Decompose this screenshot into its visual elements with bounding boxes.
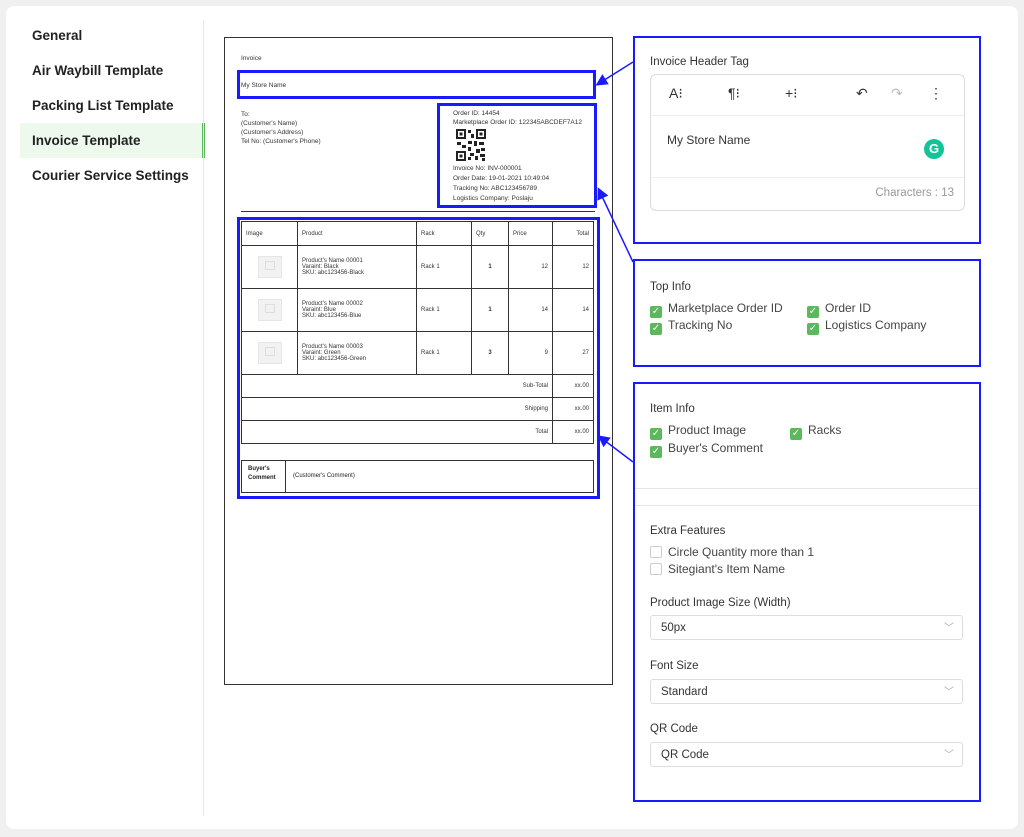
order-id-checkbox[interactable]: ✓ Order ID <box>807 301 871 318</box>
header-tag-editor[interactable]: A⁝ ¶⁝ +⁝ ↶ ↷ ⋮ My Store Name G Character… <box>650 74 965 211</box>
logistics-company-checkbox[interactable]: ✓ Logistics Company <box>807 318 926 335</box>
checkbox-checked-icon: ✓ <box>807 323 819 335</box>
checkbox-label: Circle Quantity more than 1 <box>668 545 815 559</box>
font-size-icon[interactable]: A⁝ <box>669 85 683 102</box>
extra-features-title: Extra Features <box>650 525 726 537</box>
insert-icon[interactable]: +⁝ <box>785 85 798 102</box>
checkbox-unchecked-icon <box>650 546 662 558</box>
to-label: To: <box>241 111 250 118</box>
sidebar-item-invoice-template[interactable]: Invoice Template <box>20 123 205 158</box>
font-size-select[interactable]: Standard ﹀ <box>650 679 963 704</box>
tracking-no-checkbox[interactable]: ✓ Tracking No <box>650 318 732 335</box>
top-info-panel: Top Info ✓ Marketplace Order ID ✓ Order ID… <box>633 259 981 367</box>
image-size-label: Product Image Size (Width) <box>650 597 791 609</box>
editor-footer-divider <box>651 177 964 178</box>
qr-code-label: QR Code <box>650 723 698 735</box>
checkbox-checked-icon: ✓ <box>650 446 662 458</box>
checkbox-checked-icon: ✓ <box>650 323 662 335</box>
sidebar-item-air-waybill-template[interactable]: Air Waybill Template <box>20 53 205 88</box>
checkbox-label: Buyer's Comment <box>668 441 763 455</box>
checkbox-label: Logistics Company <box>825 318 927 332</box>
chevron-down-icon: ﹀ <box>944 687 954 698</box>
more-icon[interactable]: ⋮ <box>929 85 943 102</box>
editor-content[interactable]: My Store Name <box>667 133 750 147</box>
section-divider <box>635 505 979 506</box>
header-rule <box>241 211 595 212</box>
product-image-checkbox[interactable]: ✓ Product Image <box>650 423 746 440</box>
select-value: QR Code <box>661 749 709 761</box>
checkbox-unchecked-icon <box>650 563 662 575</box>
sidebar: General Air Waybill Template Packing Lis… <box>20 18 205 193</box>
invoice-title: Invoice <box>241 55 262 62</box>
header-highlight <box>237 70 596 99</box>
item-info-highlight <box>237 217 600 499</box>
sidebar-divider <box>203 20 204 816</box>
checkbox-label: Product Image <box>668 423 747 437</box>
select-value: Standard <box>661 686 708 698</box>
circle-quantity-checkbox[interactable]: Circle Quantity more than 1 <box>650 545 814 559</box>
undo-icon[interactable]: ↶ <box>856 85 868 102</box>
checkbox-checked-icon: ✓ <box>650 428 662 440</box>
buyers-comment-checkbox[interactable]: ✓ Buyer's Comment <box>650 441 763 458</box>
chevron-down-icon: ﹀ <box>944 750 954 761</box>
redo-icon[interactable]: ↷ <box>891 85 903 102</box>
checkbox-label: Sitegiant's Item Name <box>668 562 786 576</box>
racks-checkbox[interactable]: ✓ Racks <box>790 423 841 440</box>
top-info-title: Top Info <box>650 281 691 293</box>
header-tag-panel: Invoice Header Tag A⁝ ¶⁝ +⁝ ↶ ↷ ⋮ My Sto… <box>633 36 981 244</box>
marketplace-order-id-checkbox[interactable]: ✓ Marketplace Order ID <box>650 301 783 318</box>
sidebar-item-general[interactable]: General <box>20 18 205 53</box>
character-count: Characters : 13 <box>875 187 954 199</box>
sidebar-item-packing-list-template[interactable]: Packing List Template <box>20 88 205 123</box>
checkbox-label: Racks <box>808 423 842 437</box>
chevron-down-icon: ﹀ <box>944 623 954 634</box>
checkbox-label: Order ID <box>825 301 872 315</box>
sidebar-item-courier-service-settings[interactable]: Courier Service Settings <box>20 158 205 193</box>
grammarly-icon[interactable]: G <box>924 139 944 159</box>
font-size-label: Font Size <box>650 660 699 672</box>
header-tag-title: Invoice Header Tag <box>650 56 749 68</box>
customer-address: (Customer's Address) <box>241 129 304 136</box>
image-size-select[interactable]: 50px ﹀ <box>650 615 963 640</box>
checkbox-checked-icon: ✓ <box>790 428 802 440</box>
checkbox-checked-icon: ✓ <box>807 306 819 318</box>
editor-toolbar: A⁝ ¶⁝ +⁝ ↶ ↷ ⋮ <box>651 75 964 116</box>
paragraph-icon[interactable]: ¶⁝ <box>728 85 740 102</box>
sitegiant-item-name-checkbox[interactable]: Sitegiant's Item Name <box>650 562 785 576</box>
item-info-panel: Item Info ✓ Product Image ✓ Racks ✓ Buyer's… <box>633 382 981 802</box>
top-info-highlight <box>437 103 597 208</box>
customer-phone: Tel No: (Customer's Phone) <box>241 138 321 145</box>
item-info-title: Item Info <box>650 403 695 415</box>
section-divider <box>635 488 979 489</box>
checkbox-checked-icon: ✓ <box>650 306 662 318</box>
checkbox-label: Marketplace Order ID <box>668 301 783 315</box>
select-value: 50px <box>661 622 686 634</box>
customer-name: (Customer's Name) <box>241 120 298 127</box>
checkbox-label: Tracking No <box>668 318 733 332</box>
qr-code-select[interactable]: QR Code ﹀ <box>650 742 963 767</box>
